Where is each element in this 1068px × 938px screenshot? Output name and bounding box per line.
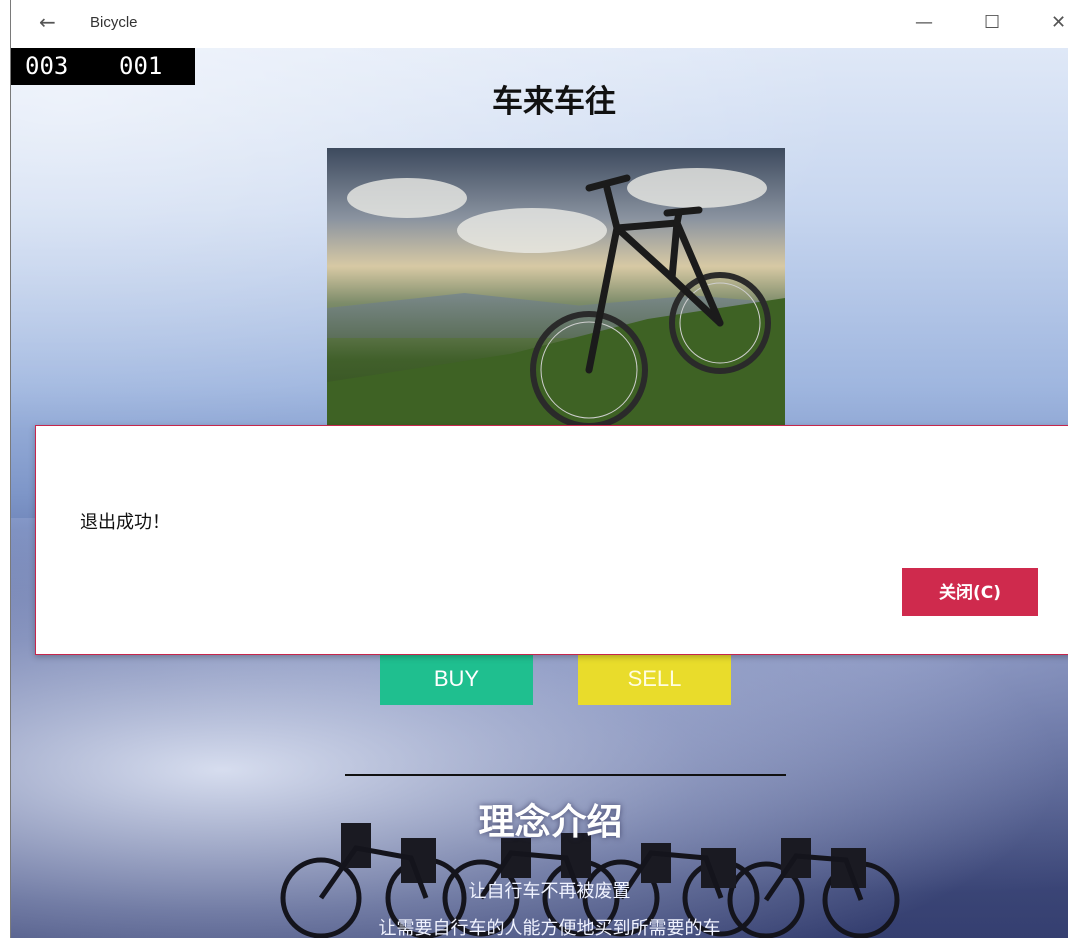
dialog-close-button[interactable]: 关闭(C)	[902, 568, 1038, 616]
intro-line-2: 让需要自行车的人能方便地买到所需要的车	[378, 918, 721, 938]
buy-button[interactable]: BUY	[380, 653, 533, 705]
section-divider	[345, 774, 786, 776]
sell-button[interactable]: SELL	[578, 653, 731, 705]
dialog-message: 退出成功！	[80, 512, 170, 533]
page-title: 车来车往	[492, 84, 616, 120]
maximize-icon[interactable]: ☐	[984, 12, 1000, 33]
minimize-icon[interactable]: —	[915, 12, 933, 33]
hero-bicycle-image	[327, 148, 785, 430]
message-dialog: 退出成功！ 关闭(C)	[35, 425, 1068, 655]
intro-line-1: 让自行车不再被废置	[468, 881, 631, 902]
window-left-edge	[0, 0, 11, 938]
section-title: 理念介绍	[478, 802, 623, 843]
bicycle-icon	[530, 174, 771, 429]
title-bar: ← Bicycle — ☐ ✕	[11, 0, 1068, 48]
close-icon[interactable]: ✕	[1051, 12, 1066, 33]
window-title: Bicycle	[90, 14, 138, 31]
back-arrow-icon[interactable]: ←	[39, 10, 56, 34]
